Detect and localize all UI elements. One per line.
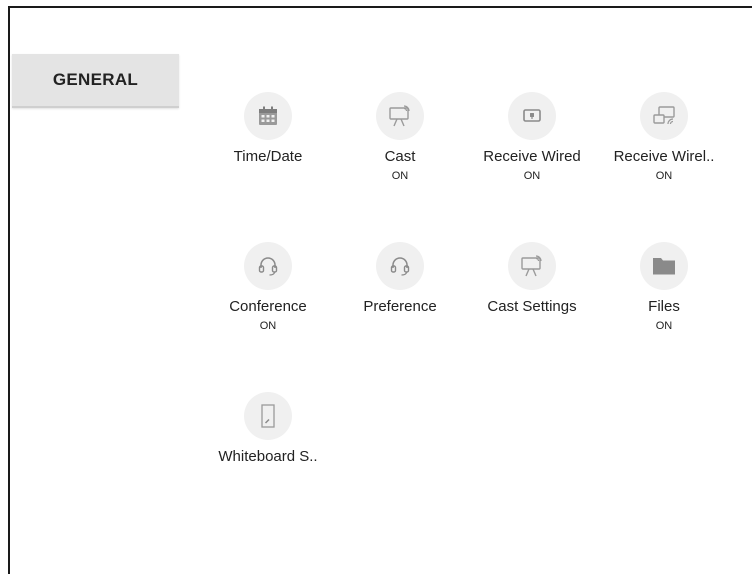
tile-label: Receive Wired	[483, 148, 581, 165]
tile-label: Time/Date	[233, 148, 303, 165]
tile-label: Cast	[384, 148, 416, 165]
tile-status: ON	[655, 320, 673, 332]
tile-status: ON	[655, 170, 673, 182]
tile-conference[interactable]: Conference ON	[202, 240, 332, 350]
tile-label: Whiteboard S..	[218, 448, 318, 465]
tile-receive-wireless[interactable]: Receive Wirel.. ON	[598, 90, 728, 200]
tile-whiteboard-settings[interactable]: Whiteboard S..	[202, 390, 332, 500]
headset-icon	[244, 242, 292, 290]
calendar-icon	[244, 92, 292, 140]
tile-cast-settings[interactable]: Cast Settings	[466, 240, 596, 350]
cast-icon	[376, 92, 424, 140]
tile-receive-wired[interactable]: Receive Wired ON	[466, 90, 596, 200]
headset-icon	[376, 242, 424, 290]
wireless-screen-icon	[640, 92, 688, 140]
tab-general[interactable]: GENERAL	[12, 54, 179, 108]
tile-preference[interactable]: Preference	[334, 240, 464, 350]
tile-label: Receive Wirel..	[613, 148, 715, 165]
tile-label: Conference	[229, 298, 307, 315]
whiteboard-icon	[244, 392, 292, 440]
tile-status: ON	[523, 170, 541, 182]
tile-label: Cast Settings	[487, 298, 577, 315]
tile-status: ON	[391, 170, 409, 182]
cast-icon	[508, 242, 556, 290]
tile-label: Files	[648, 298, 680, 315]
tile-time-date[interactable]: Time/Date	[202, 90, 332, 200]
tile-label: Preference	[363, 298, 437, 315]
folder-icon	[640, 242, 688, 290]
wired-display-icon	[508, 92, 556, 140]
tile-status: ON	[259, 320, 277, 332]
tile-cast[interactable]: Cast ON	[334, 90, 464, 200]
tile-files[interactable]: Files ON	[598, 240, 728, 350]
